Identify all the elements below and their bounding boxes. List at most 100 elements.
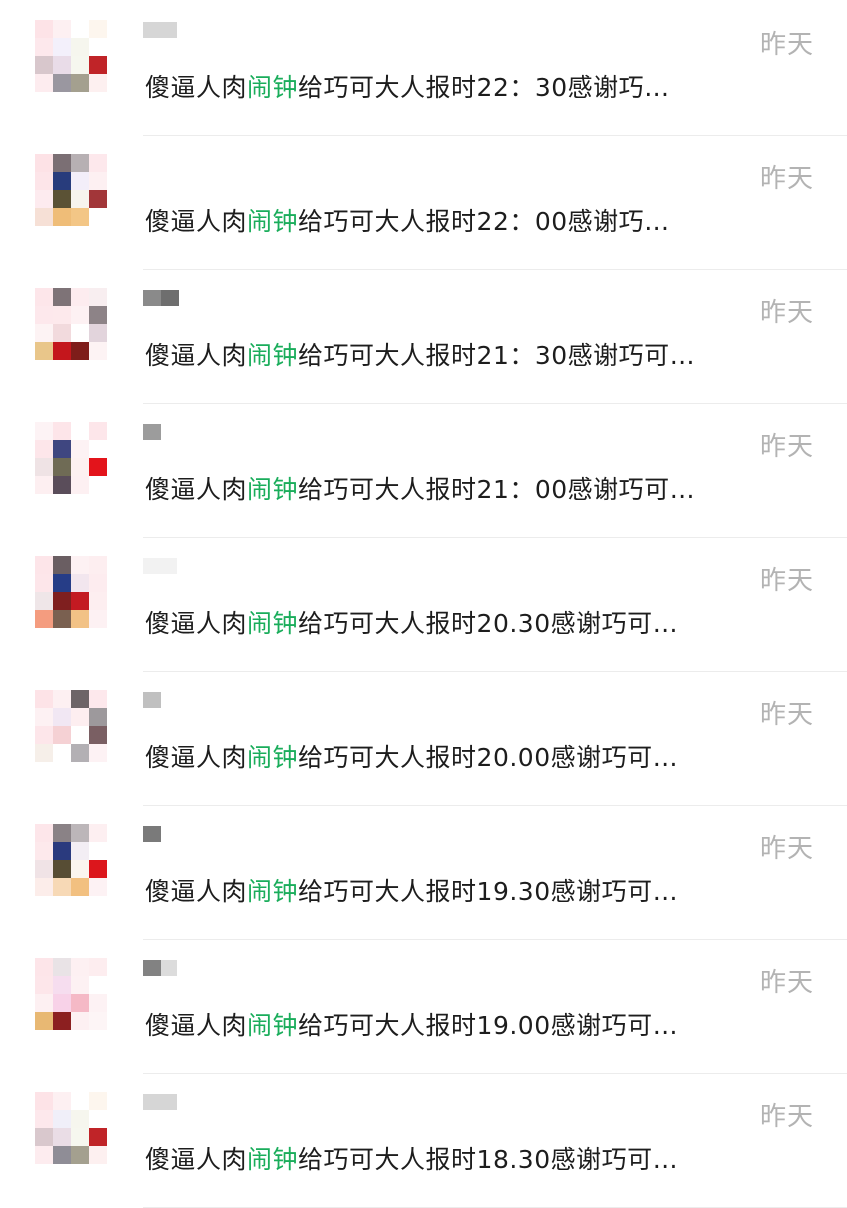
avatar-pixel [35,610,53,628]
avatar-pixel [71,1012,89,1030]
avatar-pixel [89,610,107,628]
message-prefix: 傻逼人肉 [145,1145,248,1174]
avatar-pixel [35,1146,53,1164]
avatar-pixel [53,38,71,56]
avatar-pixel [35,342,53,360]
avatar-pixel [89,994,107,1012]
avatar-pixel [89,74,107,92]
avatar-pixel [89,172,107,190]
chat-list-item[interactable]: 昨天 傻逼人肉闹钟给巧可大人报时21：00感谢巧可… [0,404,847,538]
avatar-pixel [89,1110,107,1128]
message-preview: 傻逼人肉闹钟给巧可大人报时22：30感谢巧… [145,68,785,104]
avatar-pixel [53,994,71,1012]
chat-list-item[interactable]: 昨天 傻逼人肉闹钟给巧可大人报时19.30感谢巧可… [0,806,847,940]
avatar-pixel [71,342,89,360]
avatar-pixel [53,976,71,994]
avatar-pixel [53,190,71,208]
message-prefix: 傻逼人肉 [145,475,248,504]
message-time: 昨天 [759,700,814,730]
message-prefix: 傻逼人肉 [145,877,248,906]
message-prefix: 傻逼人肉 [145,743,248,772]
contact-name-pixelated [143,558,177,580]
avatar-pixel [35,288,53,306]
avatar-pixel [35,154,53,172]
message-rest: 给巧可大人报时18.30感谢巧可… [298,1145,679,1174]
contact-name-pixelated [143,424,161,446]
avatar-pixel [89,208,107,226]
avatar-pixel [35,842,53,860]
avatar-pixel [53,824,71,842]
chat-list-item[interactable]: 昨天 傻逼人肉闹钟给巧可大人报时21：30感谢巧可… [0,270,847,404]
name-mosaic-block [143,1094,177,1110]
avatar-pixel [53,690,71,708]
message-preview: 傻逼人肉闹钟给巧可大人报时19.30感谢巧可… [145,872,785,908]
avatar-pixel [53,56,71,74]
avatar-pixel [53,288,71,306]
avatar-pixel [35,172,53,190]
avatar[interactable] [35,556,107,628]
chat-list-item[interactable]: 昨天傻逼人肉闹钟给巧可大人报时19.00感谢巧可… [0,940,847,1074]
avatar-pixel [89,38,107,56]
avatar-pixel [53,574,71,592]
avatar[interactable] [35,20,107,92]
message-rest: 给巧可大人报时20.00感谢巧可… [298,743,679,772]
avatar-pixel [35,74,53,92]
avatar-pixel [71,976,89,994]
avatar-pixel [53,708,71,726]
avatar-pixel [89,56,107,74]
message-keyword-highlight: 闹钟 [247,743,299,772]
name-mosaic-block [161,290,179,306]
name-mosaic-block [161,960,177,976]
avatar[interactable] [35,690,107,762]
avatar-pixel [35,422,53,440]
message-prefix: 傻逼人肉 [145,73,248,102]
avatar-pixel [35,976,53,994]
avatar-pixel [53,20,71,38]
message-keyword-highlight: 闹钟 [247,877,299,906]
message-time: 昨天 [759,1102,814,1132]
avatar-pixel [35,208,53,226]
avatar-pixel [71,1092,89,1110]
avatar-pixel [71,20,89,38]
message-rest: 给巧可大人报时20.30感谢巧可… [298,609,679,638]
avatar-pixel [35,744,53,762]
avatar[interactable] [35,1092,107,1164]
avatar-pixel [71,476,89,494]
avatar-pixel [53,154,71,172]
avatar-pixel [53,422,71,440]
avatar[interactable] [35,422,107,494]
message-rest: 给巧可大人报时22：00感谢巧… [298,207,670,236]
chat-list-item[interactable]: 昨天傻逼人肉闹钟给巧可大人报时20.00感谢巧可… [0,672,847,806]
chat-list-item[interactable]: 昨天 傻逼人肉闹钟给巧可大人报时22：30感谢巧… [0,2,847,136]
avatar-pixel [53,1110,71,1128]
name-mosaic-block [143,692,161,708]
chat-list-item[interactable]: 昨天 傻逼人肉闹钟给巧可大人报时22：00感谢巧… [0,136,847,270]
avatar-pixel [89,288,107,306]
avatar-pixel [53,1128,71,1146]
contact-name-pixelated [143,960,177,982]
avatar-pixel [89,976,107,994]
avatar[interactable] [35,154,107,226]
avatar-pixel [71,574,89,592]
chat-list-item[interactable]: 昨天傻逼人肉闹钟给巧可大人报时18.30感谢巧可… [0,1074,847,1208]
message-time: 昨天 [759,432,814,462]
message-time: 昨天 [759,298,814,328]
avatar-pixel [71,556,89,574]
message-time: 昨天 [759,968,814,998]
avatar-pixel [71,74,89,92]
avatar-pixel [53,744,71,762]
message-preview: 傻逼人肉闹钟给巧可大人报时19.00感谢巧可… [145,1006,785,1042]
chat-list-item[interactable]: 昨天 傻逼人肉闹钟给巧可大人报时20.30感谢巧可… [0,538,847,672]
name-mosaic-block [143,290,161,306]
avatar-pixel [35,708,53,726]
avatar-pixel [89,154,107,172]
message-preview: 傻逼人肉闹钟给巧可大人报时18.30感谢巧可… [145,1140,785,1176]
avatar-pixel [89,1092,107,1110]
avatar[interactable] [35,958,107,1030]
avatar-pixel [89,726,107,744]
avatar-pixel [35,574,53,592]
avatar[interactable] [35,288,107,360]
avatar-pixel [89,306,107,324]
avatar-pixel [53,208,71,226]
avatar[interactable] [35,824,107,896]
